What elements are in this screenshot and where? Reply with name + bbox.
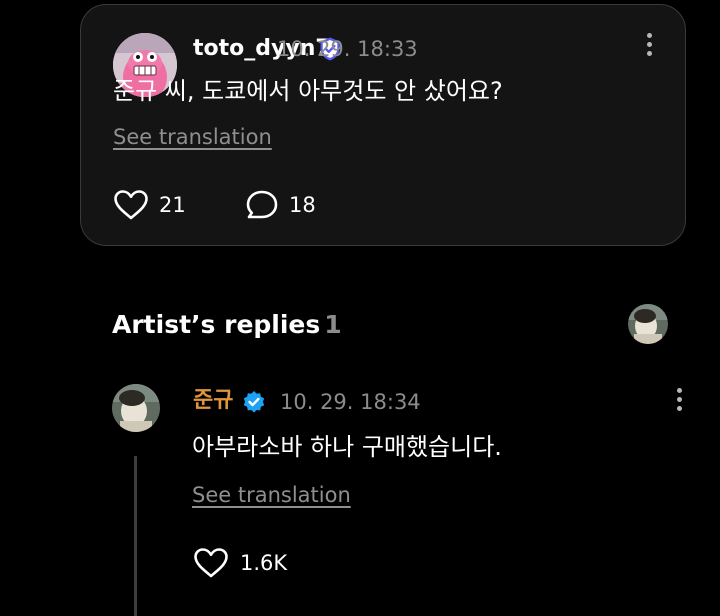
artist-avatar-small-image	[628, 304, 668, 344]
like-button[interactable]: 21	[113, 189, 186, 221]
speech-bubble-icon	[246, 190, 278, 219]
reply-button[interactable]: 18	[245, 189, 316, 221]
heart-icon	[114, 190, 148, 220]
reply-count: 18	[289, 193, 316, 217]
artist-username[interactable]: 준규	[193, 387, 233, 415]
like-count: 21	[159, 193, 186, 217]
verified-check-icon	[243, 391, 265, 413]
artist-replies-count: 1	[324, 310, 342, 339]
see-translation-link[interactable]: See translation	[192, 481, 351, 509]
reply-timestamp: 10. 29. 18:34	[280, 390, 421, 414]
reply-like-button[interactable]: 1.6K	[192, 547, 287, 579]
more-vertical-icon[interactable]	[669, 388, 689, 418]
comment-card: toto_dyyn7 10. 29. 18:33 준규 씨, 도쿄에서 아무것도…	[80, 4, 686, 246]
heart-icon	[194, 548, 228, 578]
reply-like-count: 1.6K	[240, 551, 288, 575]
artist-avatar[interactable]	[112, 384, 160, 432]
comment-text: 준규 씨, 도쿄에서 아무것도 안 샀어요?	[113, 77, 503, 105]
artist-avatar-small[interactable]	[628, 304, 668, 344]
comment-timestamp: 10. 29. 18:33	[277, 37, 418, 61]
see-translation-link[interactable]: See translation	[113, 123, 272, 151]
artist-avatar-image	[112, 384, 160, 432]
more-vertical-icon[interactable]	[639, 33, 659, 63]
artist-replies-heading: Artist’s replies 1	[112, 308, 342, 342]
artist-replies-title: Artist’s replies	[112, 310, 321, 339]
thread-line	[134, 456, 137, 616]
reply-text: 아부라소바 하나 구매했습니다.	[192, 433, 502, 461]
